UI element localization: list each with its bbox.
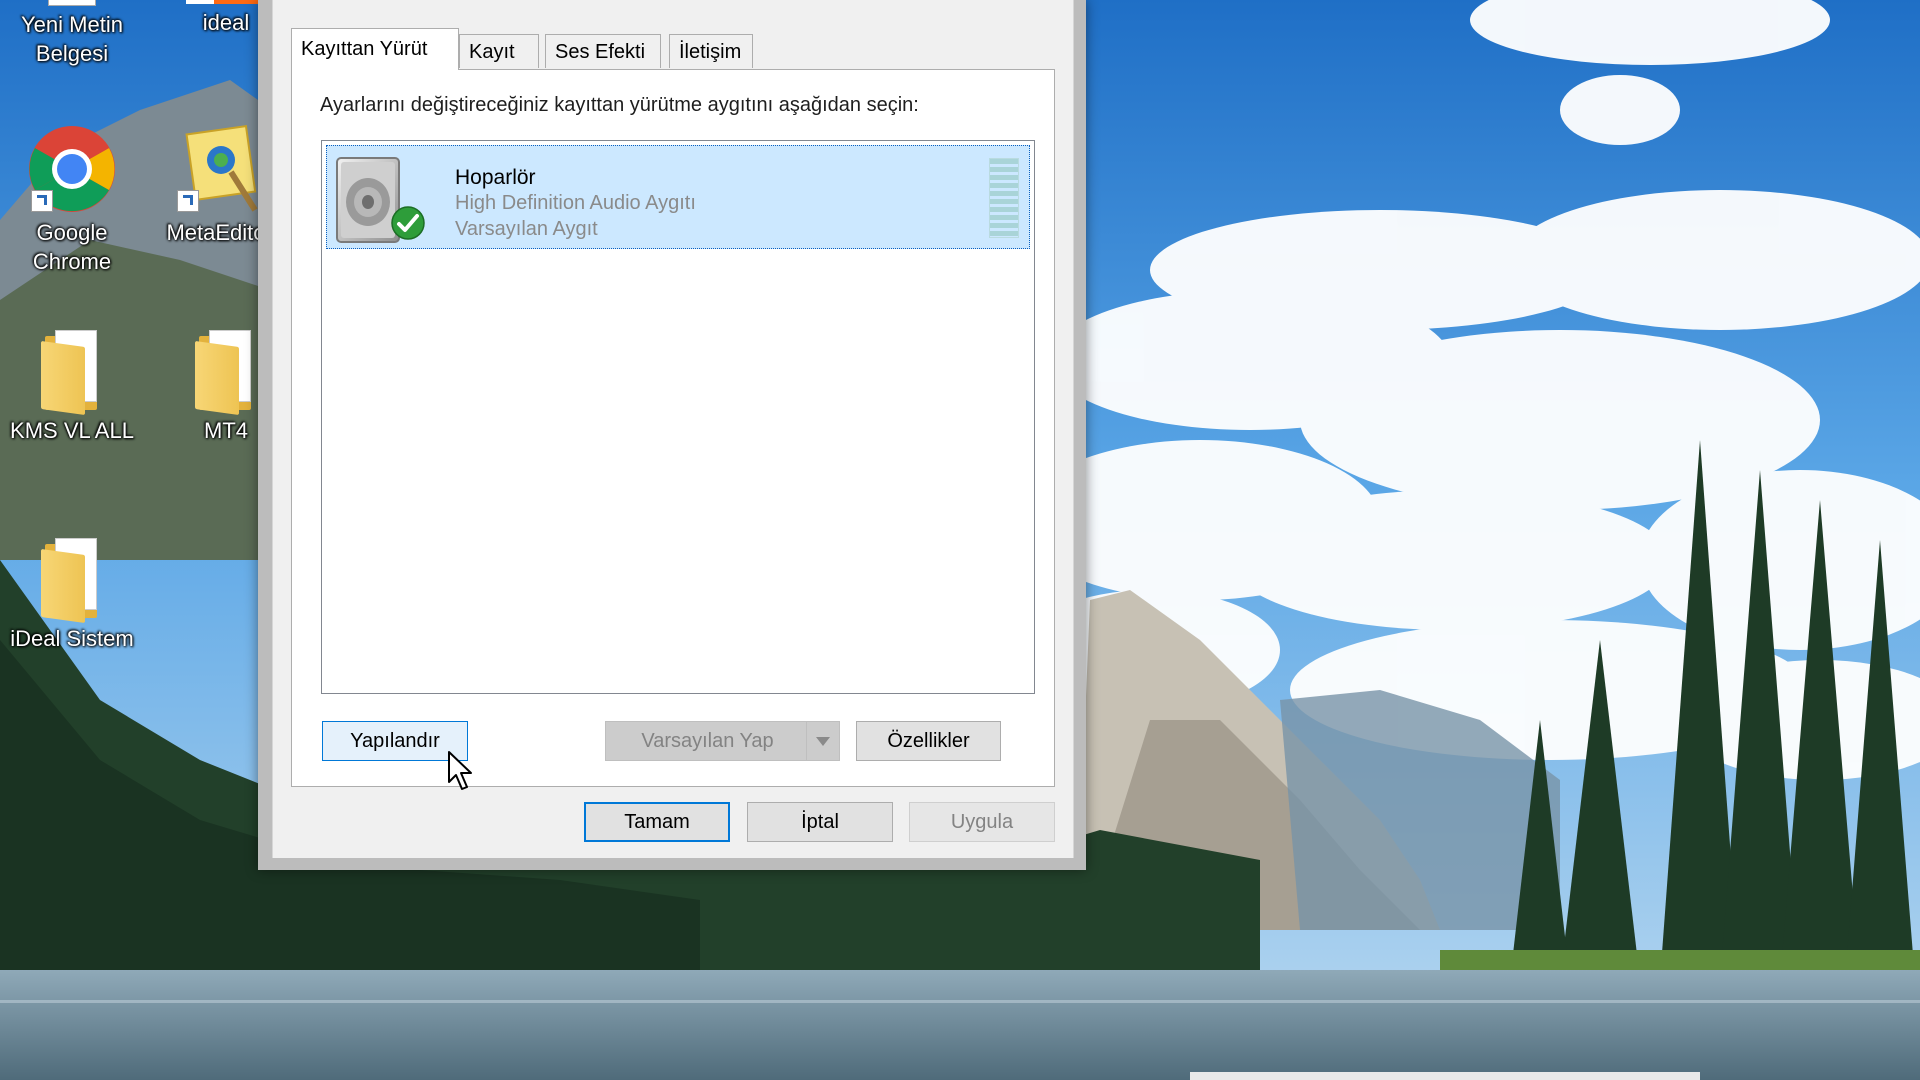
ideal-app-icon xyxy=(186,0,266,4)
folder-icon xyxy=(195,330,257,416)
text-document-icon xyxy=(48,0,96,6)
folder-icon xyxy=(41,538,103,624)
tab-communications[interactable]: İletişim xyxy=(669,34,753,68)
desktop-icon-ideal-sistem[interactable]: iDeal Sistem xyxy=(2,538,142,653)
desktop-icon-label: Google Chrome xyxy=(32,220,112,274)
playback-panel: Ayarlarını değiştireceğiniz kayıttan yür… xyxy=(291,69,1055,787)
device-status: Varsayılan Aygıt xyxy=(455,218,598,240)
mouse-cursor-icon xyxy=(448,751,472,790)
desktop-icon-google-chrome[interactable]: Google Chrome xyxy=(2,124,142,276)
desktop-icon-label: Yeni Metin Belgesi xyxy=(21,12,123,66)
properties-button[interactable]: Özellikler xyxy=(856,721,1001,761)
default-check-icon xyxy=(391,206,425,240)
cancel-button[interactable]: İptal xyxy=(747,802,893,842)
apply-button[interactable]: Uygula xyxy=(909,802,1055,842)
desktop-icon-label: KMS VL ALL xyxy=(10,418,134,443)
device-description: High Definition Audio Aygıtı xyxy=(455,192,696,214)
folder-icon xyxy=(41,330,103,416)
chrome-icon xyxy=(27,124,117,214)
ok-button[interactable]: Tamam xyxy=(584,802,730,842)
desktop-icon-label: ideal xyxy=(202,10,250,35)
metaeditor-icon xyxy=(173,124,259,214)
set-default-label: Varsayılan Yap xyxy=(641,730,774,752)
desktop-icon-label: MetaEdito xyxy=(166,220,266,245)
desktop-icon-kms-vl-all[interactable]: KMS VL ALL xyxy=(2,330,142,445)
desktop-icon-label: iDeal Sistem xyxy=(10,626,134,651)
tab-playback[interactable]: Kayıttan Yürüt xyxy=(291,28,459,70)
tab-sounds[interactable]: Ses Efekti xyxy=(545,34,661,68)
sound-dialog: Kayıttan Yürüt Kayıt Ses Efekti İletişim… xyxy=(258,0,1086,870)
playback-device-list[interactable]: Hoparlör High Definition Audio Aygıtı Va… xyxy=(321,140,1035,694)
panel-instruction: Ayarlarını değiştireceğiniz kayıttan yür… xyxy=(320,94,919,116)
set-default-button[interactable]: Varsayılan Yap xyxy=(605,721,840,761)
volume-level-meter xyxy=(989,158,1019,238)
desktop-icon-label: MT4 xyxy=(204,418,248,443)
tab-recording[interactable]: Kayıt xyxy=(459,34,539,68)
device-item-speaker[interactable]: Hoparlör High Definition Audio Aygıtı Va… xyxy=(326,145,1030,249)
device-name: Hoparlör xyxy=(455,166,536,189)
desktop-icon-yeni-metin-belgesi[interactable]: Yeni Metin Belgesi xyxy=(2,0,142,68)
shortcut-arrow-icon xyxy=(177,190,199,212)
shortcut-arrow-icon xyxy=(31,190,53,212)
sound-dialog-body: Kayıttan Yürüt Kayıt Ses Efekti İletişim… xyxy=(272,0,1074,858)
dropdown-arrow-icon[interactable] xyxy=(806,722,839,760)
